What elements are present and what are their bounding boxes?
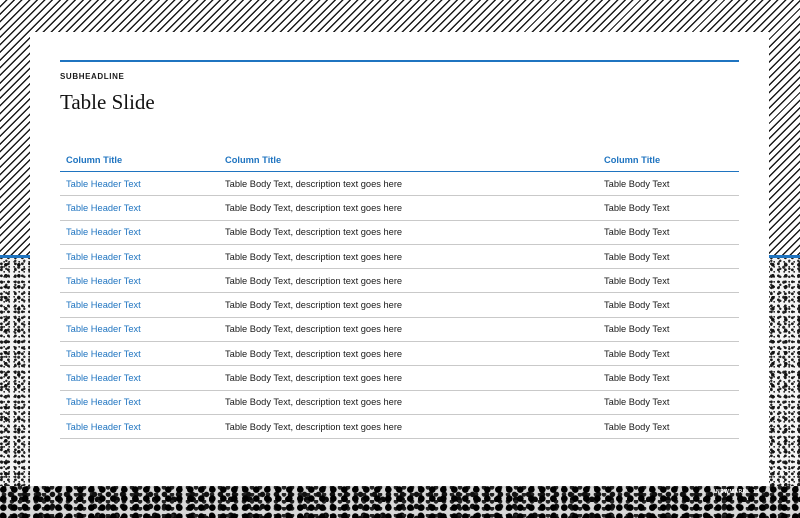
footer: NEWMARK 13 xyxy=(716,489,760,495)
row-header-cell: Table Header Text xyxy=(66,251,141,262)
row-description-cell: Table Body Text, description text goes h… xyxy=(225,397,403,408)
row-value-cell: Table Body Text xyxy=(604,300,670,311)
row-value-cell: Table Body Text xyxy=(604,373,670,384)
row-header-cell: Table Header Text xyxy=(66,202,141,213)
row-description-cell: Table Body Text, description text goes h… xyxy=(225,275,403,286)
row-description-cell: Table Body Text, description text goes h… xyxy=(225,300,403,311)
row-description-cell: Table Body Text, description text goes h… xyxy=(225,373,403,384)
row-value-cell: Table Body Text xyxy=(604,178,670,189)
accent-line-left xyxy=(0,255,30,258)
row-header-cell: Table Header Text xyxy=(66,178,141,189)
table-row: Table Header Text Table Body Text, descri… xyxy=(60,196,739,221)
row-header-cell: Table Header Text xyxy=(66,373,141,384)
table-row: Table Header Text Table Body Text, descri… xyxy=(60,366,739,391)
brand-logo-text: NEWMARK xyxy=(716,489,747,495)
grunge-texture-bottom xyxy=(0,486,800,518)
column-title-1: Column Title xyxy=(66,154,123,165)
slide-card: SUBHEADLINE Table Slide Column Title Col… xyxy=(30,32,769,486)
row-header-cell: Table Header Text xyxy=(66,397,141,408)
column-title-3: Column Title xyxy=(604,154,661,165)
row-description-cell: Table Body Text, description text goes h… xyxy=(225,251,403,262)
row-header-cell: Table Header Text xyxy=(66,421,141,432)
row-value-cell: Table Body Text xyxy=(604,421,670,432)
row-value-cell: Table Body Text xyxy=(604,348,670,359)
row-value-cell: Table Body Text xyxy=(604,397,670,408)
row-value-cell: Table Body Text xyxy=(604,251,670,262)
row-description-cell: Table Body Text, description text goes h… xyxy=(225,324,403,335)
row-value-cell: Table Body Text xyxy=(604,227,670,238)
row-header-cell: Table Header Text xyxy=(66,227,141,238)
table-row: Table Header Text Table Body Text, descri… xyxy=(60,172,739,197)
top-rule xyxy=(60,60,739,62)
table-row: Table Header Text Table Body Text, descri… xyxy=(60,342,739,367)
table-row: Table Header Text Table Body Text, descri… xyxy=(60,245,739,270)
column-title-2: Column Title xyxy=(225,154,282,165)
table-header-row: Column Title Column Title Column Title xyxy=(60,148,739,172)
data-table: Column Title Column Title Column Title T… xyxy=(60,148,739,440)
row-value-cell: Table Body Text xyxy=(604,202,670,213)
row-header-cell: Table Header Text xyxy=(66,275,141,286)
page-number: 13 xyxy=(752,489,760,495)
row-description-cell: Table Body Text, description text goes h… xyxy=(225,348,403,359)
accent-line-right xyxy=(769,255,800,258)
table-row: Table Header Text Table Body Text, descri… xyxy=(60,269,739,294)
row-description-cell: Table Body Text, description text goes h… xyxy=(225,227,403,238)
table-body: Table Header Text Table Body Text, descri… xyxy=(60,172,739,440)
slide-title: Table Slide xyxy=(60,90,155,114)
row-header-cell: Table Header Text xyxy=(66,324,141,335)
row-header-cell: Table Header Text xyxy=(66,348,141,359)
row-value-cell: Table Body Text xyxy=(604,324,670,335)
table-row: Table Header Text Table Body Text, descri… xyxy=(60,221,739,245)
table-row: Table Header Text Table Body Text, descri… xyxy=(60,318,739,343)
row-value-cell: Table Body Text xyxy=(604,275,670,286)
table-row: Table Header Text Table Body Text, descri… xyxy=(60,415,739,440)
row-description-cell: Table Body Text, description text goes h… xyxy=(225,178,403,189)
row-header-cell: Table Header Text xyxy=(66,300,141,311)
row-description-cell: Table Body Text, description text goes h… xyxy=(225,202,403,213)
subheadline: SUBHEADLINE xyxy=(60,72,125,81)
table-row: Table Header Text Table Body Text, descri… xyxy=(60,391,739,415)
row-description-cell: Table Body Text, description text goes h… xyxy=(225,421,403,432)
table-row: Table Header Text Table Body Text, descri… xyxy=(60,293,739,318)
